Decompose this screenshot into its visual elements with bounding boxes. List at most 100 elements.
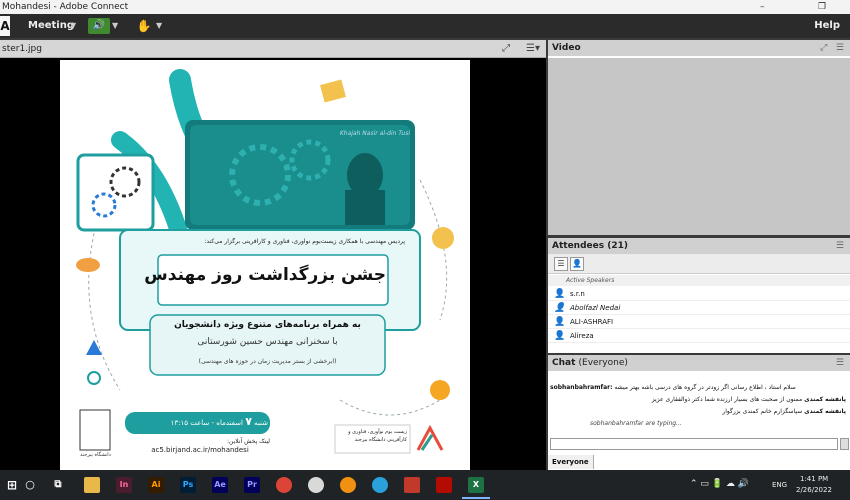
poster-url: ac5.birjand.ac.ir/mohandesi	[151, 446, 249, 454]
attendees-title: Attendees	[552, 241, 605, 251]
chat-pod: Chat (Everyone) ☰ sobhanbahramfar: سلام …	[548, 355, 850, 470]
poster-university-text: دانشگاه بیرجند	[80, 452, 111, 458]
poster-day-number: ۷	[245, 415, 252, 428]
attendee-name: Abolfazl Nedai	[570, 304, 621, 312]
chat-sender: پانفشه کمندی	[804, 408, 846, 415]
poster-headline: جشن بزرگداشت روز مهندس	[144, 265, 386, 285]
fullscreen-icon[interactable]: ⤢	[502, 43, 510, 54]
chat-tab-everyone[interactable]: Everyone	[548, 455, 594, 469]
person-icon: 👤	[554, 317, 566, 327]
attendee-row[interactable]: 👤 ALI-ASHRAFI	[548, 315, 850, 329]
video-pod-header: Video ⤢ ☰	[548, 40, 850, 56]
poster-subtitle-1: به همراه برنامه‌های متنوع ویژه دانشجویان	[174, 320, 361, 330]
attendees-toolbar: ☰ 👤	[548, 254, 850, 274]
poster-date-bar: شنبه ۷ اسفندماه - ساعت ۱۳:۱۵	[170, 415, 268, 428]
typing-indicator: sobhanbahramfar are typing...	[590, 420, 682, 427]
window-title: Mohandesi - Adobe Connect	[2, 2, 129, 12]
attendee-name: Alireza	[570, 332, 594, 340]
window-title-bar: Mohandesi - Adobe Connect – ❐	[0, 0, 850, 14]
person-icon: 👤	[554, 303, 566, 313]
poster-intro: پردیس مهندسی با همکاری زیست‌بوم نوآوری، …	[204, 238, 405, 245]
attendee-name: s.r.n	[570, 290, 585, 298]
poster-month: اسفندماه	[216, 419, 243, 427]
pod-options-icon[interactable]: ☰▾	[526, 43, 540, 54]
chat-scope: (Everyone)	[578, 358, 628, 368]
chrome-icon[interactable]	[276, 477, 292, 493]
list-view-icon[interactable]: ☰	[554, 257, 568, 271]
person-icon: 👤	[554, 289, 566, 299]
poster-time: ۱۳:۱۵	[170, 419, 188, 427]
fullscreen-icon[interactable]: ⤢	[820, 43, 827, 53]
speaker-icon[interactable]: 🔊	[88, 18, 110, 34]
video-pod: Video ⤢ ☰	[548, 40, 850, 235]
photoshop-icon[interactable]: Ps	[180, 477, 196, 493]
active-speakers-label: Active Speakers	[548, 275, 850, 286]
poster-subtitle-2: با سخنرانی مهندس حسین شورستانی	[197, 337, 338, 347]
share-pod-header: ster1.jpg ⤢ ☰▾	[0, 40, 546, 58]
attendee-row[interactable]: 👤 Abolfazl Nedai	[548, 301, 850, 315]
app-icon[interactable]	[404, 477, 420, 493]
help-menu[interactable]: Help	[814, 14, 840, 38]
pod-options-icon[interactable]: ☰	[836, 238, 844, 254]
indesign-icon[interactable]: In	[116, 477, 132, 493]
attendee-row[interactable]: 👤 Alireza	[548, 329, 850, 343]
windows-start-icon[interactable]: ⊞	[4, 477, 20, 493]
search-icon[interactable]: ○	[22, 477, 38, 493]
chat-message: sobhanbahramfar: سلام استاد ، اطلاع رسان…	[550, 383, 846, 392]
role-view-icon[interactable]: 👤	[570, 257, 584, 271]
chat-message-text: ممنون از صحبت های بسیار ارزنده شما دکتر …	[651, 396, 803, 403]
person-icon: 👤	[554, 331, 566, 341]
chat-message-text: سلام استاد ، اطلاع رسانی اگر زودتر در گر…	[614, 384, 796, 391]
taskbar: ⊞ ○ ⧉ In Ai Ps Ae Pr X ⌃ ▭ 🔋 ☁ 🔊 ENG 1:4…	[0, 470, 850, 500]
pdf-icon[interactable]	[436, 477, 452, 493]
file-explorer-icon[interactable]	[84, 477, 100, 493]
chevron-down-icon[interactable]: ▼	[112, 14, 118, 38]
poster-subtitle-3: (آبرخشی از بستر مدیریت زمان در حوزه های …	[198, 358, 337, 365]
chevron-down-icon[interactable]: ▼	[156, 14, 162, 38]
poster-day: شنبه	[254, 419, 268, 427]
attendee-row[interactable]: 👤 s.r.n	[548, 287, 850, 301]
minimize-icon[interactable]: –	[760, 0, 765, 14]
illustrator-icon[interactable]: Ai	[148, 477, 164, 493]
chat-title: Chat	[552, 358, 576, 368]
attendees-pod-header: Attendees (21) ☰	[548, 238, 850, 254]
share-pod-filename: ster1.jpg	[2, 44, 42, 54]
app-icon[interactable]	[308, 477, 324, 493]
pod-options-icon[interactable]: ☰	[836, 355, 844, 371]
poster-image: Khajah Nasir al-din Tusi پردیس مهندسی با…	[60, 60, 470, 470]
attendees-count: (21)	[607, 241, 628, 251]
chat-sender: sobhanbahramfar:	[550, 384, 613, 391]
excel-icon[interactable]: X	[468, 477, 484, 493]
video-pod-title: Video	[552, 43, 581, 53]
after-effects-icon[interactable]: Ae	[212, 477, 228, 493]
chevron-down-icon[interactable]: ▼	[70, 14, 76, 38]
chat-messages: sobhanbahramfar: سلام استاد ، اطلاع رسان…	[548, 373, 850, 436]
clock-time[interactable]: 1:41 PM	[800, 475, 828, 483]
pod-options-icon[interactable]: ☰	[836, 43, 844, 53]
chat-sender: پانفشه کمندی	[804, 396, 846, 403]
poster-org-logo-text: زیست بوم نوآوری، فناوری و کارآفرینی دانش…	[348, 429, 407, 443]
share-pod: ster1.jpg ⤢ ☰▾ Khajah Nasir al-din Tusi …	[0, 40, 546, 470]
active-app-indicator	[462, 497, 490, 499]
chat-pod-header: Chat (Everyone) ☰	[548, 355, 850, 371]
task-view-icon[interactable]: ⧉	[50, 477, 66, 493]
raise-hand-icon[interactable]: ✋	[136, 18, 152, 34]
premiere-icon[interactable]: Pr	[244, 477, 260, 493]
meeting-menu[interactable]: Meeting	[28, 14, 74, 38]
system-tray-icons[interactable]: ⌃ ▭ 🔋 ☁ 🔊	[690, 479, 749, 489]
poster-online-label: لینک پخش آنلاین:	[226, 438, 270, 445]
poster-latin-name: Khajah Nasir al-din Tusi	[339, 130, 410, 137]
chat-message-text: سپاسگزارم خانم کمندی بزرگوار	[722, 408, 803, 415]
chat-input[interactable]	[550, 438, 838, 450]
attendees-pod: Attendees (21) ☰ ☰ 👤 Active Speakers 👤 s…	[548, 238, 850, 353]
clock-date[interactable]: 2/26/2022	[796, 486, 832, 494]
video-area	[548, 58, 850, 235]
poster-time-label: ساعت	[190, 419, 210, 427]
telegram-icon[interactable]	[372, 477, 388, 493]
app-icon[interactable]	[340, 477, 356, 493]
screen: Mohandesi - Adobe Connect – ❐ A Meeting …	[0, 0, 850, 500]
restore-icon[interactable]: ❐	[818, 0, 826, 14]
language-indicator[interactable]: ENG	[772, 481, 787, 489]
app-menu-bar: A Meeting ▼ 🔊 ▼ ✋ ▼ Help	[0, 14, 850, 38]
send-icon[interactable]	[840, 438, 849, 450]
